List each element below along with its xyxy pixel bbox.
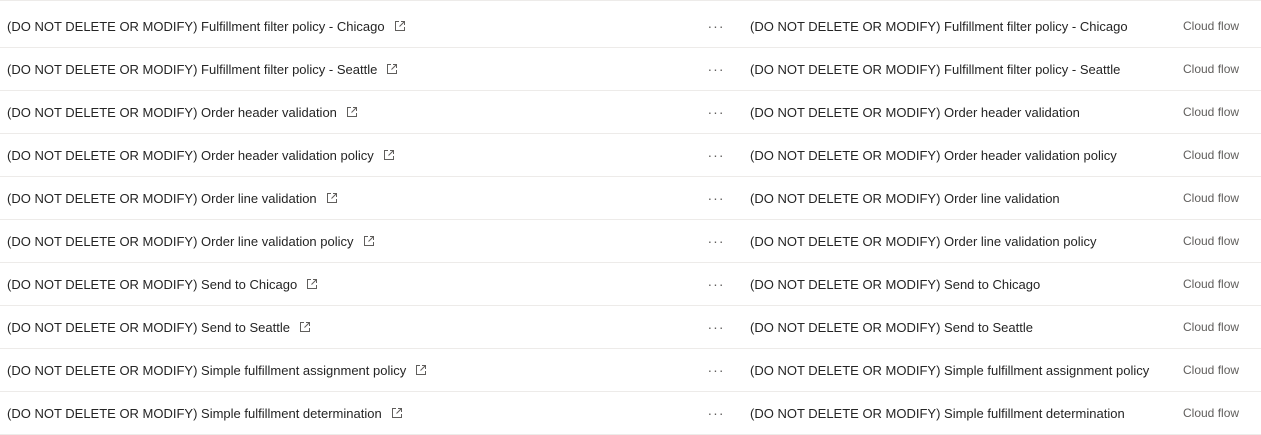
table-row[interactable]: (DO NOT DELETE OR MODIFY) Fulfillment fi… [0, 48, 1261, 91]
open-in-new-window-icon[interactable] [390, 406, 404, 420]
display-name-cell: (DO NOT DELETE OR MODIFY) Order line val… [750, 233, 1097, 249]
type-cell: Cloud flow [1183, 191, 1240, 205]
table-row[interactable]: (DO NOT DELETE OR MODIFY) Send to Chicag… [0, 263, 1261, 306]
name-cell: (DO NOT DELETE OR MODIFY) Simple fulfill… [7, 392, 404, 434]
name-cell: (DO NOT DELETE OR MODIFY) Order header v… [7, 134, 396, 176]
type-cell: Cloud flow [1183, 277, 1240, 291]
more-actions-button[interactable]: ··· [700, 134, 732, 176]
flow-name-link[interactable]: (DO NOT DELETE OR MODIFY) Send to Chicag… [7, 277, 297, 292]
type-cell: Cloud flow [1183, 105, 1240, 119]
display-name-cell: (DO NOT DELETE OR MODIFY) Fulfillment fi… [750, 61, 1121, 77]
table-row[interactable]: (DO NOT DELETE OR MODIFY) Simple fulfill… [0, 392, 1261, 435]
more-actions-button[interactable]: ··· [700, 263, 732, 305]
open-in-new-window-icon[interactable] [382, 148, 396, 162]
name-cell: (DO NOT DELETE OR MODIFY) Order line val… [7, 220, 376, 262]
table-row[interactable]: (DO NOT DELETE OR MODIFY) Order line val… [0, 220, 1261, 263]
name-cell: (DO NOT DELETE OR MODIFY) Order line val… [7, 177, 339, 219]
more-actions-button[interactable]: ··· [700, 349, 732, 391]
table-row[interactable]: (DO NOT DELETE OR MODIFY) Fulfillment fi… [0, 5, 1261, 48]
table-row[interactable]: (DO NOT DELETE OR MODIFY) Simple fulfill… [0, 349, 1261, 392]
open-in-new-window-icon[interactable] [385, 62, 399, 76]
type-cell: Cloud flow [1183, 62, 1240, 76]
name-cell: (DO NOT DELETE OR MODIFY) Send to Chicag… [7, 263, 319, 305]
table-row[interactable]: (DO NOT DELETE OR MODIFY) Order line val… [0, 177, 1261, 220]
more-actions-button[interactable]: ··· [700, 306, 732, 348]
type-cell: Cloud flow [1183, 406, 1240, 420]
flow-name-link[interactable]: (DO NOT DELETE OR MODIFY) Send to Seattl… [7, 320, 290, 335]
display-name-cell: (DO NOT DELETE OR MODIFY) Simple fulfill… [750, 362, 1150, 378]
flow-name-link[interactable]: (DO NOT DELETE OR MODIFY) Order header v… [7, 105, 337, 120]
more-actions-button[interactable]: ··· [700, 5, 732, 47]
name-cell: (DO NOT DELETE OR MODIFY) Order header v… [7, 91, 359, 133]
solution-objects-list: (DO NOT DELETE OR MODIFY) Fulfillment fi… [0, 0, 1261, 435]
display-name-cell: (DO NOT DELETE OR MODIFY) Order line val… [750, 190, 1060, 206]
flow-name-link[interactable]: (DO NOT DELETE OR MODIFY) Simple fulfill… [7, 406, 382, 421]
flow-name-link[interactable]: (DO NOT DELETE OR MODIFY) Fulfillment fi… [7, 19, 385, 34]
more-actions-button[interactable]: ··· [700, 392, 732, 434]
table-row[interactable]: (DO NOT DELETE OR MODIFY) Send to Seattl… [0, 306, 1261, 349]
display-name-cell: (DO NOT DELETE OR MODIFY) Order header v… [750, 104, 1080, 120]
open-in-new-window-icon[interactable] [393, 19, 407, 33]
display-name-cell: (DO NOT DELETE OR MODIFY) Fulfillment fi… [750, 18, 1128, 34]
name-cell: (DO NOT DELETE OR MODIFY) Fulfillment fi… [7, 48, 399, 90]
flow-name-link[interactable]: (DO NOT DELETE OR MODIFY) Fulfillment fi… [7, 62, 377, 77]
more-actions-button[interactable]: ··· [700, 220, 732, 262]
open-in-new-window-icon[interactable] [362, 234, 376, 248]
display-name-cell: (DO NOT DELETE OR MODIFY) Send to Seattl… [750, 319, 1033, 335]
table-row[interactable]: (DO NOT DELETE OR MODIFY) Order header v… [0, 134, 1261, 177]
open-in-new-window-icon[interactable] [414, 363, 428, 377]
type-cell: Cloud flow [1183, 148, 1240, 162]
flow-name-link[interactable]: (DO NOT DELETE OR MODIFY) Order header v… [7, 148, 374, 163]
table-row[interactable]: (DO NOT DELETE OR MODIFY) Order header v… [0, 91, 1261, 134]
more-actions-button[interactable]: ··· [700, 91, 732, 133]
open-in-new-window-icon[interactable] [345, 105, 359, 119]
flow-name-link[interactable]: (DO NOT DELETE OR MODIFY) Order line val… [7, 234, 354, 249]
open-in-new-window-icon[interactable] [325, 191, 339, 205]
display-name-cell: (DO NOT DELETE OR MODIFY) Simple fulfill… [750, 405, 1125, 421]
name-cell: (DO NOT DELETE OR MODIFY) Simple fulfill… [7, 349, 428, 391]
type-cell: Cloud flow [1183, 19, 1240, 33]
display-name-cell: (DO NOT DELETE OR MODIFY) Send to Chicag… [750, 276, 1041, 292]
flow-name-link[interactable]: (DO NOT DELETE OR MODIFY) Order line val… [7, 191, 317, 206]
name-cell: (DO NOT DELETE OR MODIFY) Send to Seattl… [7, 306, 312, 348]
type-cell: Cloud flow [1183, 234, 1240, 248]
name-cell: (DO NOT DELETE OR MODIFY) Fulfillment fi… [7, 5, 407, 47]
open-in-new-window-icon[interactable] [305, 277, 319, 291]
more-actions-button[interactable]: ··· [700, 48, 732, 90]
flow-name-link[interactable]: (DO NOT DELETE OR MODIFY) Simple fulfill… [7, 363, 406, 378]
type-cell: Cloud flow [1183, 320, 1240, 334]
display-name-cell: (DO NOT DELETE OR MODIFY) Order header v… [750, 147, 1117, 163]
open-in-new-window-icon[interactable] [298, 320, 312, 334]
type-cell: Cloud flow [1183, 363, 1240, 377]
more-actions-button[interactable]: ··· [700, 177, 732, 219]
